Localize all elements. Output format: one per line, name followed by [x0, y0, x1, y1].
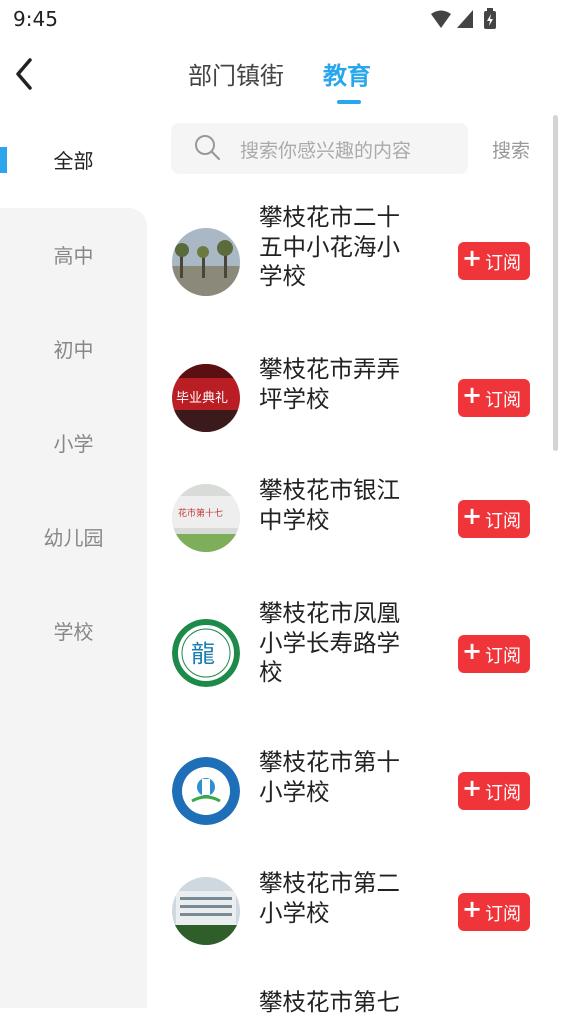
school-avatar-campus: [172, 228, 240, 296]
tab-departments[interactable]: 部门镇街: [188, 56, 284, 91]
plus-icon: +: [462, 381, 483, 409]
school-name: 攀枝花市第十 小学校: [259, 748, 400, 806]
category-sidebar: 全部 高中 初中 小学 幼儿园 学校: [0, 120, 147, 1008]
school-avatar-graduation: 毕业典礼: [172, 364, 240, 432]
battery-icon: [484, 8, 496, 29]
subscribe-button[interactable]: + 订阅: [458, 242, 530, 280]
svg-text:花市第十七: 花市第十七: [178, 507, 223, 519]
school-name: 攀枝花市凤凰 小学长寿路学 校: [259, 599, 400, 686]
svg-text:龍: 龍: [191, 640, 215, 668]
signal-icon: [457, 10, 473, 28]
plus-icon: +: [462, 502, 483, 530]
search-button[interactable]: 搜索: [492, 136, 530, 163]
subscribe-button[interactable]: + 订阅: [458, 772, 530, 810]
status-icons: [431, 8, 496, 29]
school-name: 攀枝花市弄弄 坪学校: [259, 355, 400, 413]
school-avatar-sign: 花市第十七: [172, 484, 240, 552]
school-name: 攀枝花市第二 小学校: [259, 869, 400, 927]
wifi-icon: [431, 10, 451, 28]
back-arrow-icon[interactable]: [10, 54, 40, 94]
subscribe-button[interactable]: + 订阅: [458, 893, 530, 931]
school-emblem-blue-icon: [172, 757, 240, 825]
school-name: 攀枝花市银江 中学校: [259, 476, 400, 534]
scrollbar[interactable]: [553, 115, 558, 451]
plus-icon: +: [462, 895, 483, 923]
tab-education[interactable]: 教育: [323, 56, 371, 91]
subscribe-button[interactable]: + 订阅: [458, 500, 530, 538]
sidebar-item-junior-high[interactable]: 初中: [0, 334, 147, 363]
school-emblem-green-icon: 龍: [172, 619, 240, 687]
school-name: 攀枝花市第七: [259, 988, 400, 1016]
school-avatar-building: [172, 877, 240, 945]
plus-icon: +: [462, 637, 483, 665]
subscribe-button[interactable]: + 订阅: [458, 635, 530, 673]
search-icon: [195, 135, 221, 161]
active-tab-indicator: [337, 100, 361, 104]
sidebar-item-kindergarten[interactable]: 幼儿园: [0, 522, 147, 551]
svg-text:毕业典礼: 毕业典礼: [176, 390, 228, 406]
plus-icon: +: [462, 774, 483, 802]
sidebar-inactive-bg: [0, 208, 147, 1008]
status-bar: 9:45: [0, 0, 561, 38]
plus-icon: +: [462, 244, 483, 272]
sidebar-item-high-school[interactable]: 高中: [0, 240, 147, 269]
sidebar-item-primary[interactable]: 小学: [0, 428, 147, 457]
search-input[interactable]: 搜索你感兴趣的内容: [171, 123, 468, 174]
status-time: 9:45: [13, 7, 58, 31]
top-bar: 部门镇街 教育: [0, 42, 561, 108]
sidebar-item-school[interactable]: 学校: [0, 616, 147, 645]
search-placeholder: 搜索你感兴趣的内容: [240, 140, 412, 162]
subscribe-button[interactable]: + 订阅: [458, 379, 530, 417]
sidebar-item-all[interactable]: 全部: [0, 145, 147, 174]
school-name: 攀枝花市二十 五中小花海小 学校: [259, 203, 400, 290]
